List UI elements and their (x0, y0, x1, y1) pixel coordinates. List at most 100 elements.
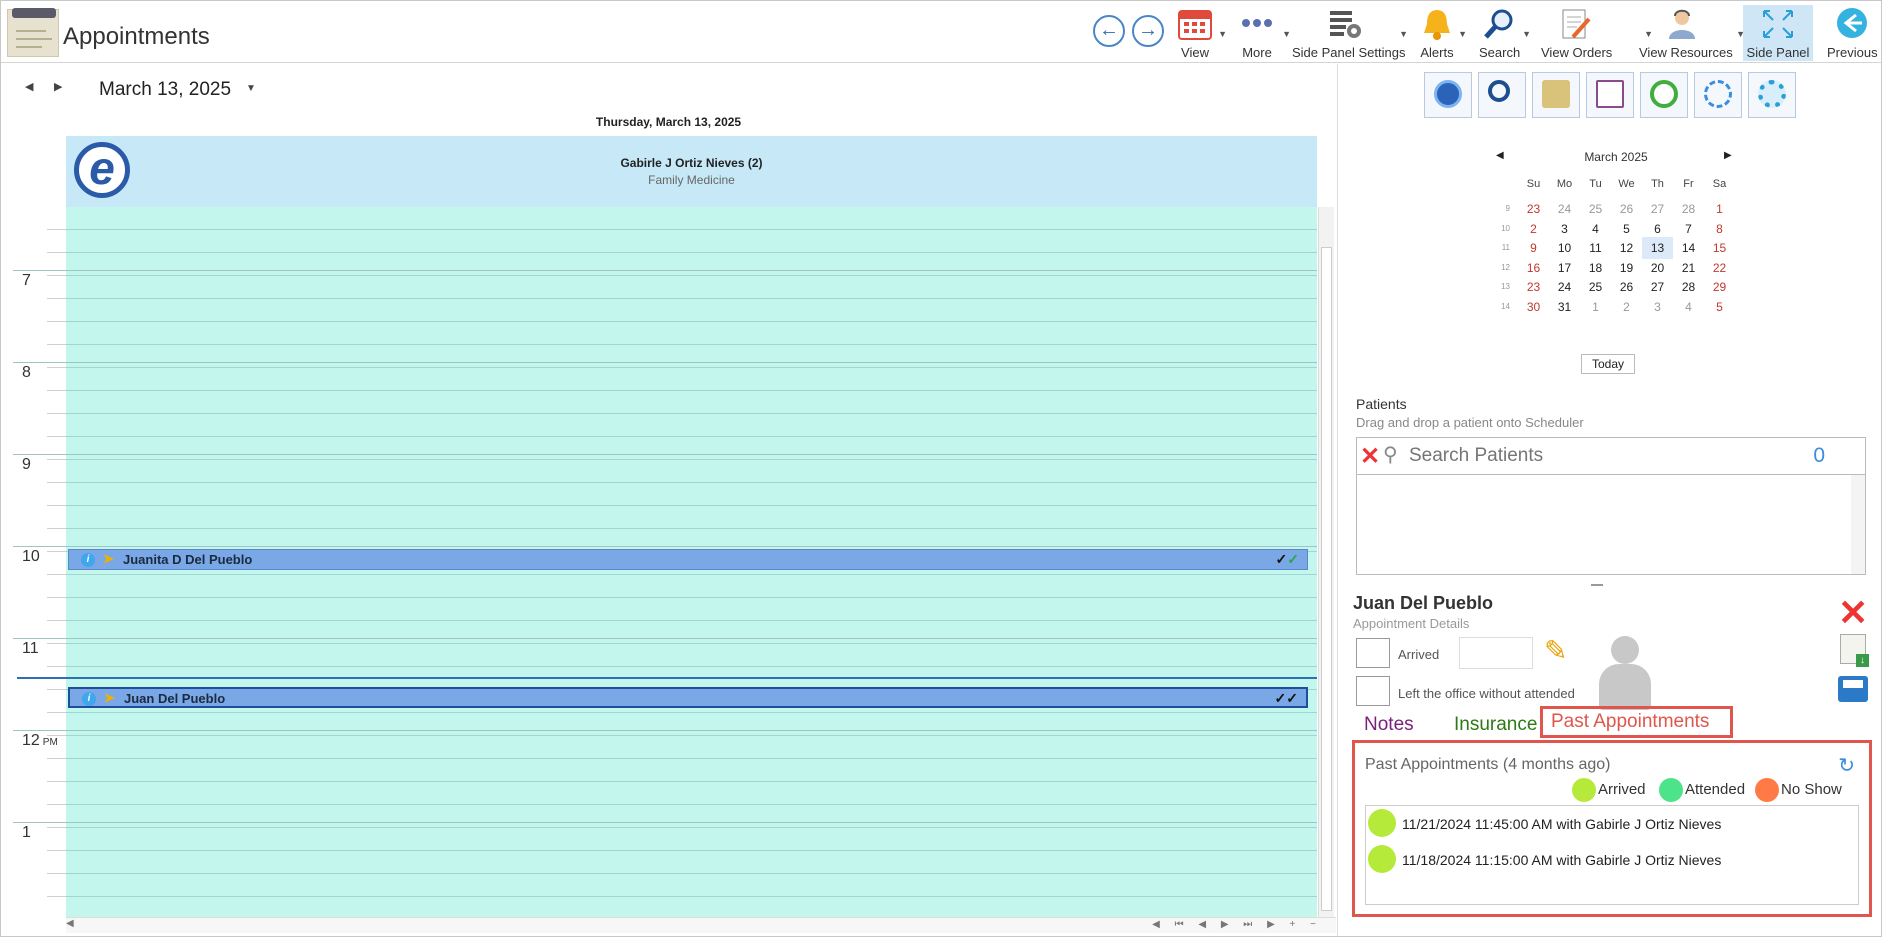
status-dot (1368, 845, 1396, 873)
panel-splitter[interactable] (1591, 584, 1603, 586)
day-header: Thursday, March 13, 2025 (595, 115, 742, 129)
legend-no-show: No Show (1755, 778, 1842, 802)
tab-notes[interactable]: Notes (1364, 714, 1414, 736)
info-icon[interactable]: i (82, 692, 96, 706)
date-selector[interactable]: March 13, 2025 (99, 79, 231, 101)
calendar-day[interactable]: 2 (1611, 296, 1642, 318)
hour-label: 10 (22, 548, 40, 565)
calendar-day[interactable]: 31 (1549, 296, 1580, 318)
inbox-tray-icon[interactable] (1838, 676, 1868, 702)
appointment-block[interactable]: i ➤ Juanita D Del Pueblo ✓✓ (68, 549, 1308, 570)
info-icon[interactable]: i (81, 553, 95, 567)
legend-attended: Attended (1659, 778, 1745, 802)
appointment-block-selected[interactable]: i ➤ Juan Del Pueblo ✓✓ (68, 687, 1308, 708)
search-panel-button[interactable] (1478, 72, 1526, 118)
hour-divider (13, 270, 1317, 271)
contacts-button[interactable] (1532, 72, 1580, 118)
week-number: 13 (1501, 282, 1510, 291)
chevron-down-icon[interactable]: ▼ (246, 83, 256, 94)
chevron-down-icon[interactable]: ▼ (1399, 29, 1408, 39)
hour-divider (13, 362, 1317, 363)
paper-plane-icon: ➤ (103, 551, 114, 566)
side-panel-settings-button[interactable]: Side Panel Settings ▼ (1292, 5, 1408, 61)
search-button[interactable]: Search ▼ (1479, 5, 1531, 61)
hour-label: 7 (22, 272, 31, 289)
toolbar: Appointments ← → View ▼ More ▼ Side Pane… (1, 1, 1881, 63)
chevron-down-icon[interactable]: ▼ (1458, 29, 1467, 39)
list-item[interactable]: 11/18/2024 11:15:00 AM with Gabirle J Or… (1368, 845, 1848, 875)
chevron-down-icon[interactable]: ▼ (1282, 29, 1291, 39)
weekday-label: Su (1526, 178, 1541, 190)
search-icon (1488, 80, 1510, 102)
tab-past-appointments[interactable]: Past Appointments (1540, 706, 1733, 738)
alerts-button[interactable]: Alerts ▼ (1419, 5, 1467, 61)
document-download-icon[interactable]: ↓ (1840, 634, 1869, 667)
prev-day-icon[interactable]: ◀ (25, 80, 33, 93)
next-month-icon[interactable]: ▶ (1724, 150, 1732, 161)
side-panel-button[interactable]: Side Panel (1743, 5, 1813, 61)
list-item[interactable]: 11/21/2024 11:45:00 AM with Gabirle J Or… (1368, 809, 1848, 839)
search-icon: ⚲ (1383, 444, 1398, 466)
calendar-day[interactable]: 1 (1580, 296, 1611, 318)
panel-settings-icon (1326, 7, 1362, 41)
hour-divider (13, 730, 1317, 731)
weekday-label: Sa (1712, 178, 1727, 190)
horizontal-scrollbar[interactable]: ◀ ◀ ⏮ ◀ ▶ ⏭ ▶ + − (66, 917, 1336, 933)
notes-panel-button[interactable] (1586, 72, 1634, 118)
gear-icon (1758, 80, 1786, 108)
view-orders-button[interactable]: View Orders ▼ (1541, 5, 1653, 61)
alarm-button[interactable] (1640, 72, 1688, 118)
view-resources-button[interactable]: View Resources ▼ (1639, 5, 1745, 61)
more-dots-icon (1239, 7, 1275, 41)
week-number: 11 (1501, 243, 1510, 252)
hour-divider (13, 546, 1317, 547)
patient-list-scrollbar[interactable] (1851, 475, 1865, 574)
weekday-label: We (1618, 178, 1635, 190)
back-arrow-icon[interactable]: ← (1093, 15, 1125, 47)
refresh-icon[interactable]: ↻ (1838, 753, 1855, 778)
settings-panel-button[interactable] (1748, 72, 1796, 118)
status-checks: ✓✓ (1275, 551, 1299, 567)
forward-arrow-icon[interactable]: → (1132, 15, 1164, 47)
resource-specialty: Family Medicine (648, 173, 735, 187)
patients-label: Patients (1356, 396, 1407, 412)
chevron-down-icon[interactable]: ▼ (1218, 29, 1227, 39)
view-button[interactable]: View ▼ (1175, 5, 1227, 61)
patient-search-input[interactable] (1409, 444, 1809, 468)
delete-appointment-icon[interactable]: ✕ (1838, 592, 1868, 634)
paper-plane-icon: ➤ (104, 690, 115, 705)
calendar-day[interactable]: 3 (1642, 296, 1673, 318)
legend-arrived: Arrived (1572, 778, 1646, 802)
today-button[interactable]: Today (1581, 354, 1635, 374)
patient-count: 0 (1813, 444, 1825, 467)
patient-list[interactable] (1356, 475, 1866, 575)
selected-patient-name: Juan Del Pueblo (1353, 593, 1494, 613)
calendar-day[interactable]: 5 (1704, 296, 1735, 318)
hour-divider (13, 822, 1317, 823)
left-office-label: Left the office without attended (1398, 686, 1575, 701)
refresh-panel-button[interactable] (1694, 72, 1742, 118)
hour-divider (13, 454, 1317, 455)
next-day-icon[interactable]: ▶ (54, 80, 62, 93)
appointments-window: { "app":{"title":"Appointments"}, "toolb… (0, 0, 1882, 937)
time-ruler (47, 207, 66, 917)
pencil-icon[interactable]: ✎ (1544, 634, 1567, 667)
chevron-down-icon[interactable]: ▼ (1522, 29, 1531, 39)
clipboard-icon (1596, 80, 1624, 108)
patients-hint: Drag and drop a patient onto Scheduler (1356, 415, 1584, 430)
side-panel: ◀ March 2025 ▶ Su Mo Tu We Th Fr Sa 9 23 24 25 26 27… (1337, 64, 1881, 936)
calendar-day[interactable]: 4 (1673, 296, 1704, 318)
more-button[interactable]: More ▼ (1235, 5, 1291, 61)
arrived-checkbox[interactable] (1356, 638, 1390, 668)
arrived-time-field[interactable] (1459, 637, 1533, 669)
hour-label: 11 (22, 640, 39, 657)
weekday-label: Tu (1589, 178, 1602, 190)
calendar-day[interactable]: 30 (1518, 296, 1549, 318)
clear-search-icon[interactable]: ✕ (1360, 442, 1380, 471)
tab-insurance[interactable]: Insurance (1454, 714, 1537, 736)
globe-button[interactable] (1424, 72, 1472, 118)
previous-button[interactable]: Previous (1827, 5, 1878, 61)
left-office-checkbox[interactable] (1356, 676, 1390, 706)
vertical-scrollbar[interactable] (1318, 207, 1334, 917)
orders-icon (1557, 7, 1593, 41)
